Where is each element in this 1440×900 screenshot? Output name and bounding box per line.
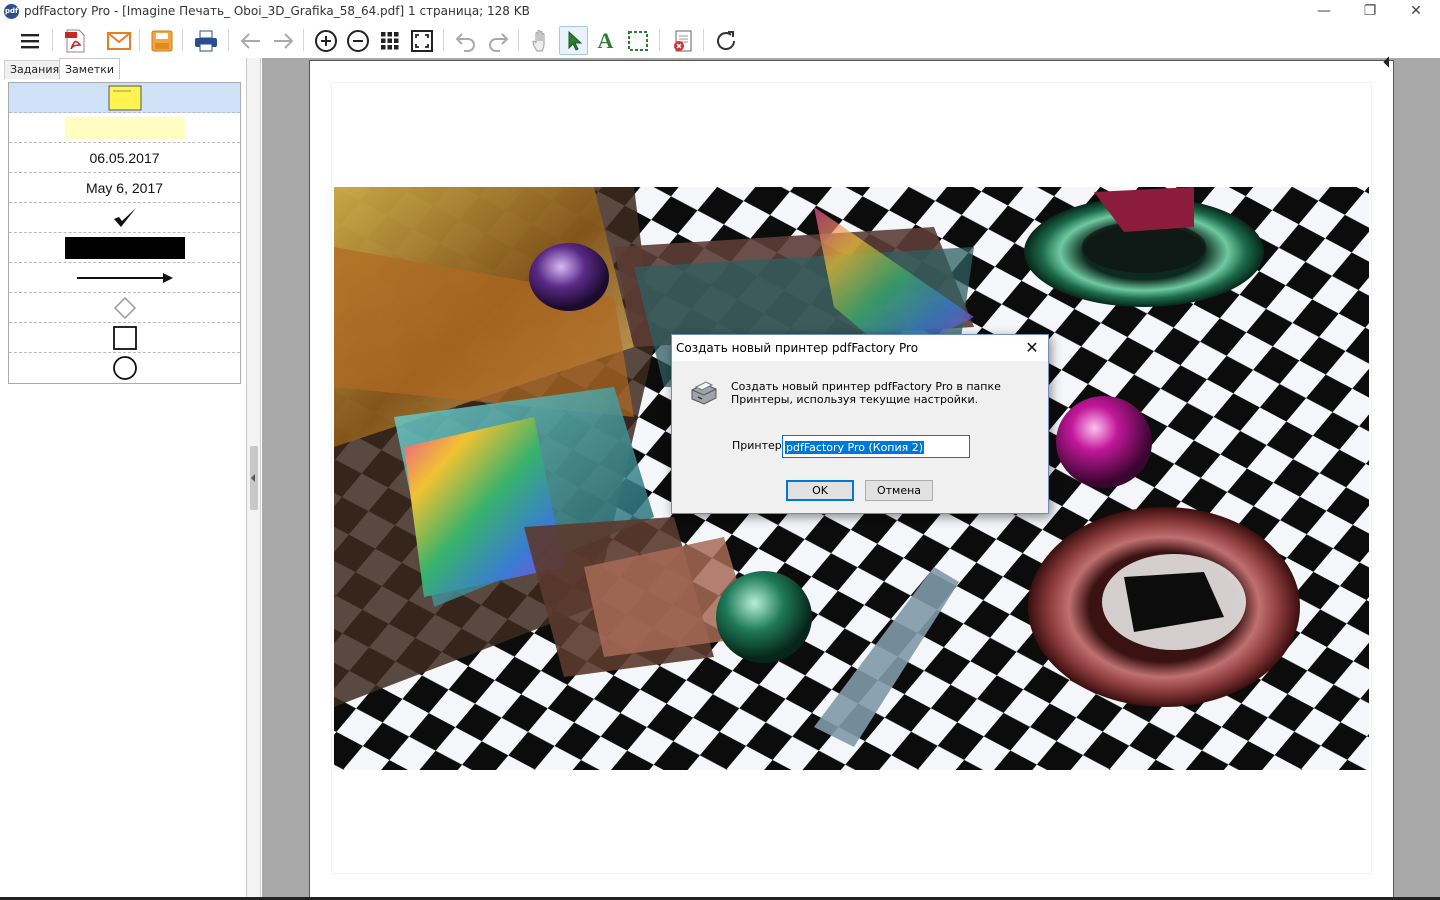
notes-list: 06.05.2017 May 6, 2017	[8, 82, 241, 384]
save-icon[interactable]	[147, 26, 176, 55]
text-tool-glyph: A	[597, 27, 614, 53]
toolbar-separator	[659, 29, 660, 51]
title-bar: pdf pdfFactory Pro - [Imagine Печать_ Ob…	[0, 0, 1440, 23]
circle-icon	[112, 356, 137, 380]
minimize-button[interactable]: —	[1301, 0, 1347, 23]
collapse-panel-handle[interactable]	[250, 446, 258, 510]
redaction-bar	[64, 236, 185, 259]
zoom-out-icon[interactable]	[343, 26, 372, 55]
forward-icon[interactable]	[268, 26, 297, 55]
date-stamp: 06.05.2017	[89, 149, 160, 166]
window-title: pdfFactory Pro - [Imagine Печать_ Oboi_3…	[24, 4, 530, 18]
sticky-note-icon	[108, 85, 141, 110]
square-icon	[112, 325, 137, 350]
toolbar: A	[0, 23, 1440, 58]
list-item[interactable]	[9, 113, 240, 143]
toolbar-separator	[518, 29, 519, 51]
close-window-button[interactable]: ✕	[1393, 0, 1439, 23]
toolbar-separator	[182, 29, 183, 51]
toolbar-separator	[228, 29, 229, 51]
toolbar-separator	[443, 29, 444, 51]
dialog-close-button[interactable]: ✕	[1020, 337, 1044, 359]
list-item[interactable]: 06.05.2017	[9, 143, 240, 173]
list-item[interactable]	[9, 83, 240, 113]
checkmark-icon	[113, 207, 136, 227]
delete-page-icon[interactable]	[668, 26, 697, 55]
create-printer-dialog: Создать новый принтер pdfFactory Pro ✕ С…	[671, 334, 1049, 514]
list-item[interactable]	[9, 323, 240, 353]
list-item[interactable]	[9, 263, 240, 293]
toolbar-separator	[139, 29, 140, 51]
printer-name-label: Принтер:	[732, 439, 786, 452]
email-icon[interactable]	[104, 26, 133, 55]
dialog-message: Создать новый принтер pdfFactory Pro в п…	[731, 380, 1001, 406]
printer-icon	[691, 381, 717, 405]
select-arrow-icon[interactable]	[559, 26, 588, 55]
toolbar-separator	[703, 29, 704, 51]
hand-icon[interactable]	[527, 26, 556, 55]
diamond-icon	[113, 296, 136, 319]
text-icon[interactable]: A	[591, 26, 620, 55]
list-item[interactable]	[9, 293, 240, 323]
left-panel: Задания Заметки 06.05.2017 May 6, 2017	[0, 58, 247, 900]
panel-splitter[interactable]	[247, 58, 261, 900]
list-item[interactable]	[9, 233, 240, 263]
restore-button[interactable]: ❐	[1347, 0, 1393, 23]
highlight-swatch	[64, 116, 185, 139]
printer-name-input[interactable]: pdfFactory Pro (Копия 2)	[782, 435, 970, 458]
date-stamp: May 6, 2017	[85, 179, 164, 196]
print-icon[interactable]	[191, 26, 220, 55]
grid-icon[interactable]	[375, 26, 404, 55]
tab-tasks[interactable]: Задания	[4, 60, 66, 79]
ok-button[interactable]: OK	[786, 480, 854, 501]
arrow-line-icon	[76, 272, 173, 283]
dialog-title-bar: Создать новый принтер pdfFactory Pro ✕	[672, 335, 1048, 361]
dialog-title: Создать новый принтер pdfFactory Pro	[676, 341, 919, 355]
pdf-icon[interactable]	[60, 26, 89, 55]
back-icon[interactable]	[236, 26, 265, 55]
menu-icon[interactable]	[15, 26, 44, 55]
toolbar-separator	[52, 29, 53, 51]
list-item[interactable]	[9, 353, 240, 383]
toolbar-separator	[303, 29, 304, 51]
list-item[interactable]: May 6, 2017	[9, 173, 240, 203]
list-item[interactable]	[9, 203, 240, 233]
marquee-icon[interactable]	[623, 26, 652, 55]
tab-notes[interactable]: Заметки	[59, 58, 121, 79]
refresh-icon[interactable]	[711, 26, 740, 55]
redo-icon[interactable]	[483, 26, 512, 55]
fit-page-icon[interactable]	[407, 26, 436, 55]
cancel-button[interactable]: Отмена	[865, 480, 933, 501]
printer-name-value: pdfFactory Pro (Копия 2)	[785, 441, 925, 454]
undo-icon[interactable]	[451, 26, 480, 55]
zoom-in-icon[interactable]	[311, 26, 340, 55]
app-logo-icon: pdf	[4, 4, 19, 19]
